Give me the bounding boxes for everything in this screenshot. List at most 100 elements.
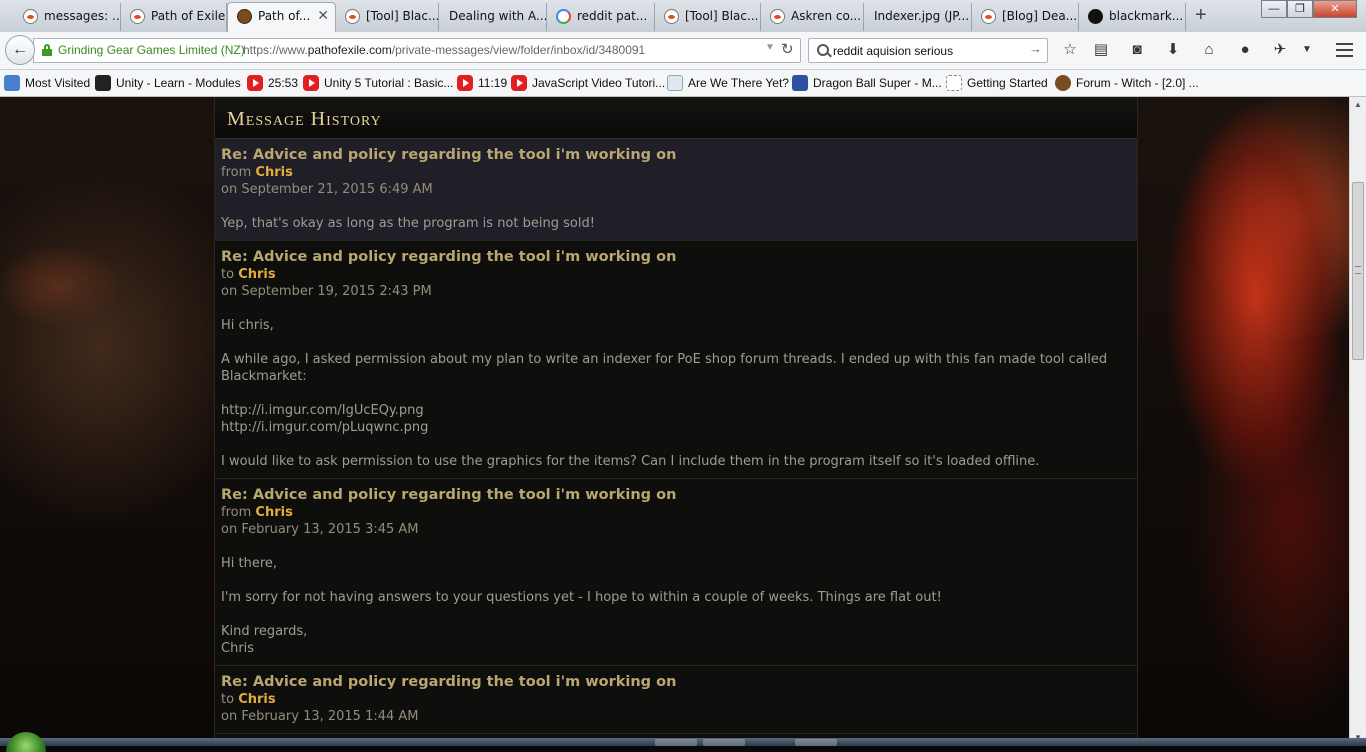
- bookmark-item[interactable]: JavaScript Video Tutori...: [511, 75, 665, 91]
- tab-title: [Tool] Blac...: [685, 9, 759, 23]
- message-subject[interactable]: Re: Advice and policy regarding the tool…: [221, 248, 1131, 266]
- youtube-icon: [511, 75, 527, 91]
- bookmark-item[interactable]: Are We There Yet?: [667, 75, 789, 91]
- message-subject[interactable]: Re: Advice and policy regarding the tool…: [221, 146, 1131, 164]
- tab-title: reddit pat...: [577, 9, 648, 23]
- search-value: reddit aquision serious: [833, 44, 954, 58]
- bookmarks-bar: Most Visited Unity - Learn - Modules 25:…: [0, 70, 1366, 97]
- url-bar[interactable]: Grinding Gear Games Limited (NZ) https:/…: [33, 38, 801, 63]
- forum-icon: [1055, 75, 1071, 91]
- tab-title: Path of Exile: [151, 9, 226, 23]
- recipient-link[interactable]: Chris: [238, 692, 275, 707]
- pocket-icon[interactable]: ◙: [1127, 40, 1147, 60]
- reddit-icon: [130, 9, 145, 24]
- browser-tab[interactable]: [Tool] Blac...: [336, 3, 439, 31]
- search-go-icon[interactable]: →: [1029, 41, 1042, 56]
- bookmark-item[interactable]: Getting Started: [946, 75, 1048, 91]
- browser-tab[interactable]: [Blog] Dea...: [972, 3, 1079, 31]
- youtube-icon: [247, 75, 263, 91]
- reddit-icon: [664, 9, 679, 24]
- sender-link[interactable]: Chris: [255, 165, 292, 180]
- toolbar-dropdown-icon[interactable]: ▼: [1297, 40, 1317, 60]
- message-sender-line: from Chris: [221, 165, 293, 180]
- blank-page-icon: [946, 75, 962, 91]
- back-arrow-icon: ←: [12, 41, 28, 58]
- message-recipient-line: to Chris: [221, 267, 276, 282]
- tab-title: messages: ...: [44, 9, 121, 23]
- scroll-up-icon[interactable]: ▲: [1350, 97, 1366, 113]
- message-item: Re: Advice and policy regarding the tool…: [215, 479, 1137, 666]
- browser-tab[interactable]: Askren co...: [761, 3, 864, 31]
- taskbar-item[interactable]: [795, 739, 837, 746]
- message-item: Re: Advice and policy regarding the tool…: [215, 241, 1137, 479]
- bookmark-item[interactable]: Most Visited: [4, 75, 90, 91]
- addon-icon[interactable]: ✈: [1270, 40, 1290, 60]
- browser-tab[interactable]: Indexer.jpg (JP...: [864, 3, 972, 31]
- message-subject[interactable]: Re: Advice and policy regarding the tool…: [221, 486, 1131, 504]
- browser-tab[interactable]: reddit pat...: [547, 3, 655, 31]
- message-body: Yep, that's okay as long as the program …: [221, 216, 595, 231]
- recipient-link[interactable]: Chris: [238, 267, 275, 282]
- browser-tab[interactable]: [Tool] Blac...: [655, 3, 761, 31]
- bookmark-item[interactable]: 11:19: [457, 75, 507, 91]
- tab-title: Dealing with A...: [449, 9, 547, 23]
- mal-icon: [792, 75, 808, 91]
- url-text[interactable]: https://www.pathofexile.com/private-mess…: [243, 43, 645, 57]
- message-subject[interactable]: Re: Advice and policy regarding the tool…: [221, 673, 1131, 691]
- reddit-icon: [23, 9, 38, 24]
- bookmark-item[interactable]: Unity 5 Tutorial : Basic...: [303, 75, 453, 91]
- message-date: on September 19, 2015 2:43 PM: [221, 284, 432, 299]
- page-background: Message History Re: Advice and policy re…: [0, 97, 1366, 746]
- reading-list-icon[interactable]: ▤: [1091, 40, 1111, 60]
- browser-tab[interactable]: blackmark...: [1079, 3, 1186, 31]
- message-date: on February 13, 2015 1:44 AM: [221, 709, 419, 724]
- reddit-icon: [770, 9, 785, 24]
- tab-title: [Tool] Blac...: [366, 9, 439, 23]
- back-button[interactable]: ←: [5, 35, 35, 65]
- taskbar-item[interactable]: [655, 739, 697, 746]
- downloads-icon[interactable]: ⬇: [1163, 40, 1183, 60]
- info-icon: [667, 75, 683, 91]
- browser-tab[interactable]: Dealing with A...: [439, 3, 547, 31]
- scrollbar-thumb[interactable]: [1352, 182, 1364, 360]
- taskbar-item[interactable]: [703, 739, 745, 746]
- bookmark-item[interactable]: Unity - Learn - Modules: [95, 75, 241, 91]
- message-date: on February 13, 2015 3:45 AM: [221, 522, 419, 537]
- browser-tab[interactable]: Path of Exile: [121, 3, 227, 31]
- bookmark-item[interactable]: Forum - Witch - [2.0] ...: [1055, 75, 1199, 91]
- tab-title: blackmark...: [1109, 9, 1184, 23]
- google-icon: [556, 9, 571, 24]
- bookmark-star-icon[interactable]: ☆: [1060, 40, 1080, 60]
- browser-tab[interactable]: messages: ...: [14, 3, 121, 31]
- youtube-icon: [457, 75, 473, 91]
- search-input[interactable]: reddit aquision serious →: [808, 38, 1048, 63]
- sender-link[interactable]: Chris: [255, 505, 292, 520]
- message-sender-line: from Chris: [221, 505, 293, 520]
- bookmark-item[interactable]: Dragon Ball Super - M...: [792, 75, 942, 91]
- tab-title: [Blog] Dea...: [1002, 9, 1078, 23]
- chat-icon[interactable]: ●: [1235, 40, 1255, 60]
- bookmark-item[interactable]: 25:53: [247, 75, 298, 91]
- unity-icon: [95, 75, 111, 91]
- page-scrollbar[interactable]: ▲ ▼: [1349, 97, 1366, 746]
- url-dropdown-icon[interactable]: ▼: [765, 42, 775, 53]
- reload-icon[interactable]: ↻: [781, 40, 794, 58]
- poe-icon: [237, 9, 252, 24]
- browser-tab-active[interactable]: Path of... ✕: [227, 2, 336, 32]
- new-tab-button[interactable]: +: [1195, 4, 1207, 26]
- close-tab-icon[interactable]: ✕: [317, 3, 329, 29]
- message-item: Re: Advice and policy regarding the tool…: [215, 139, 1137, 241]
- lock-icon: [42, 44, 52, 56]
- reddit-icon: [981, 9, 996, 24]
- message-history-panel: Message History Re: Advice and policy re…: [214, 97, 1138, 746]
- message-body: Hi chris, A while ago, I asked permissio…: [221, 318, 1108, 469]
- close-window-button[interactable]: ✕: [1313, 0, 1357, 18]
- maximize-button[interactable]: ❐: [1287, 0, 1313, 18]
- github-icon: [1088, 9, 1103, 24]
- message-body: Hi there, I'm sorry for not having answe…: [221, 556, 942, 656]
- home-icon[interactable]: ⌂: [1199, 40, 1219, 60]
- site-identity[interactable]: Grinding Gear Games Limited (NZ): [58, 43, 245, 57]
- minimize-button[interactable]: —: [1261, 0, 1287, 18]
- menu-icon[interactable]: [1336, 43, 1353, 57]
- tab-title: Askren co...: [791, 9, 862, 23]
